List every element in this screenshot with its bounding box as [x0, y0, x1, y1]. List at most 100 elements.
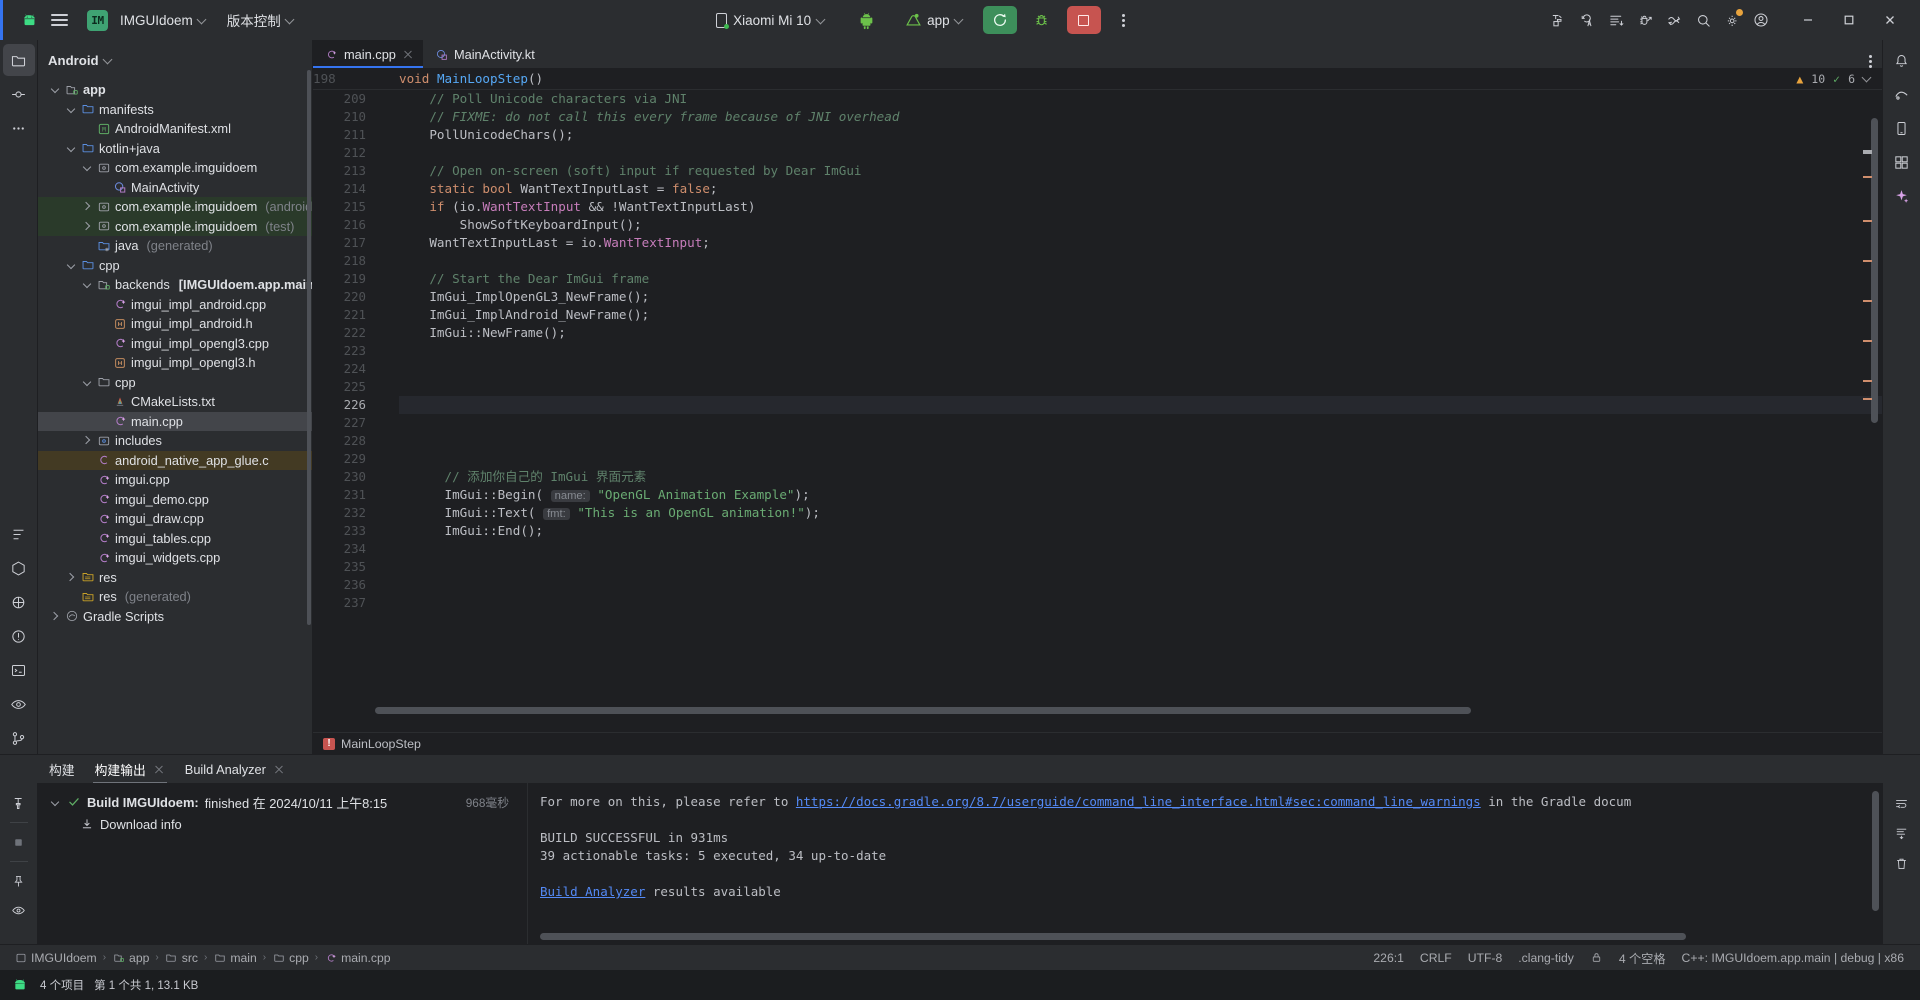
code-line[interactable]: // FIXME: do not call this every frame b…: [399, 108, 1882, 126]
project-selector[interactable]: IM IMGUIdoem: [80, 7, 214, 33]
tree-item-android-native-app-glue-c[interactable]: android_native_app_glue.c: [38, 450, 312, 470]
preview-icon[interactable]: [3, 688, 35, 720]
project-view-selector[interactable]: Android: [38, 46, 312, 74]
stop-button[interactable]: [1066, 6, 1101, 34]
code-line[interactable]: WantTextInputLast = io.WantTextInput;: [399, 234, 1882, 252]
tree-item-cpp[interactable]: cpp: [38, 373, 312, 393]
maximize-icon[interactable]: [1829, 5, 1869, 35]
run-configuration-selector[interactable]: app: [898, 7, 971, 33]
more-tools-icon[interactable]: [3, 112, 35, 144]
toolchain-info[interactable]: C++: IMGUIdoem.app.main | debug | x86: [1674, 948, 1912, 968]
code-line[interactable]: // Start the Dear ImGui frame: [399, 270, 1882, 288]
bottom-tab-1[interactable]: 构建输出: [86, 757, 174, 784]
line-separator[interactable]: CRLF: [1412, 948, 1460, 968]
chevron-down-icon[interactable]: [66, 143, 77, 154]
code-line[interactable]: ImGui_ImplOpenGL3_NewFrame();: [399, 288, 1882, 306]
code-line[interactable]: ImGui::Begin( name: "OpenGL Animation Ex…: [399, 486, 1882, 504]
console-hscroll-thumb[interactable]: [540, 933, 1686, 940]
device-manager-panel-icon[interactable]: [1886, 112, 1918, 144]
close-icon[interactable]: [1870, 5, 1910, 35]
account-icon[interactable]: [1747, 6, 1775, 34]
structure-icon[interactable]: [3, 518, 35, 550]
build-row-0[interactable]: Build IMGUIdoem: finished 在 2024/10/11 上…: [38, 791, 527, 813]
eye-icon[interactable]: [6, 897, 32, 923]
tree-item-manifests[interactable]: manifests: [38, 100, 312, 120]
editor-vertical-scrollbar[interactable]: [1871, 118, 1880, 702]
tree-item-imgui-tables-cpp[interactable]: imgui_tables.cpp: [38, 529, 312, 549]
project-tree[interactable]: app manifests M AndroidManifest.xml kotlin+j…: [38, 74, 312, 754]
chevron-right-icon[interactable]: [82, 221, 93, 232]
chevron-down-icon[interactable]: [1863, 74, 1872, 83]
tree-item-imgui-draw-cpp[interactable]: imgui_draw.cpp: [38, 509, 312, 529]
status-breadcrumb-cpp[interactable]: cpp: [268, 948, 313, 968]
code-line[interactable]: ImGui::Text( fmt: "This is an OpenGL ani…: [399, 504, 1882, 522]
tree-item-mainactivity[interactable]: MainActivity: [38, 178, 312, 198]
profiler-icon[interactable]: [1660, 6, 1688, 34]
code-line[interactable]: [399, 594, 1882, 612]
editor-tab-options[interactable]: [1869, 55, 1882, 68]
device-selector[interactable]: Xiaomi Mi 10: [708, 7, 834, 34]
code-line[interactable]: static bool WantTextInputLast = false;: [399, 180, 1882, 198]
code-line[interactable]: [399, 144, 1882, 162]
close-icon[interactable]: [153, 763, 165, 775]
build-result-tree[interactable]: Build IMGUIdoem: finished 在 2024/10/11 上…: [38, 783, 528, 944]
assistant-icon[interactable]: [1886, 180, 1918, 212]
tree-item-res[interactable]: res: [38, 568, 312, 588]
editor-tab-mainactivity-kt[interactable]: MainActivity.kt: [423, 40, 544, 68]
chevron-right-icon[interactable]: [82, 201, 93, 212]
code-line[interactable]: [399, 252, 1882, 270]
file-encoding[interactable]: UTF-8: [1460, 948, 1511, 968]
lint-config[interactable]: .clang-tidy: [1510, 948, 1582, 968]
app-inspection-icon[interactable]: [1631, 6, 1659, 34]
taskbar-app-icon[interactable]: [10, 975, 30, 995]
chevron-right-icon[interactable]: [66, 572, 77, 583]
status-breadcrumbs[interactable]: IMGUIdoem › app › src › main › cpp › main.cpp: [10, 948, 395, 968]
status-breadcrumb-app[interactable]: app: [108, 948, 153, 968]
chevron-down-icon[interactable]: [82, 162, 93, 173]
trash-icon[interactable]: [1889, 850, 1915, 876]
caret-position[interactable]: 226:1: [1365, 948, 1412, 968]
tree-item-cmakelists-txt[interactable]: CMakeLists.txt: [38, 392, 312, 412]
tree-item-androidmanifest-xml[interactable]: M AndroidManifest.xml: [38, 119, 312, 139]
soft-wrap-icon[interactable]: [1889, 790, 1915, 816]
code-line[interactable]: [399, 378, 1882, 396]
tree-item-main-cpp[interactable]: main.cpp: [38, 411, 312, 431]
tree-item-imgui-widgets-cpp[interactable]: imgui_widgets.cpp: [38, 548, 312, 568]
tree-item-includes[interactable]: includes: [38, 431, 312, 451]
hamburger-menu-icon[interactable]: [44, 5, 74, 35]
code-line[interactable]: [399, 342, 1882, 360]
terminal-icon[interactable]: [3, 654, 35, 686]
logcat-icon[interactable]: [1602, 6, 1630, 34]
chevron-down-icon[interactable]: [66, 104, 77, 115]
tree-item-app[interactable]: app: [38, 80, 312, 100]
commit-icon[interactable]: [3, 78, 35, 110]
chevron-down-icon[interactable]: [82, 279, 93, 290]
editor-scroll-thumb[interactable]: [1871, 118, 1878, 423]
status-breadcrumb-main-cpp[interactable]: main.cpp: [320, 948, 394, 968]
run-button[interactable]: [982, 6, 1017, 34]
code-line[interactable]: [399, 450, 1882, 468]
code-line[interactable]: [399, 540, 1882, 558]
lock-icon[interactable]: [1582, 948, 1611, 968]
chevron-right-icon[interactable]: [50, 611, 61, 622]
tree-item-com-example-imguidoem[interactable]: com.example.imguidoem: [38, 158, 312, 178]
console-link[interactable]: Build Analyzer: [540, 884, 645, 899]
code-line[interactable]: ShowSoftKeyboardInput();: [399, 216, 1882, 234]
bottom-tab-0[interactable]: 构建: [40, 757, 84, 781]
tree-item-imgui-cpp[interactable]: imgui.cpp: [38, 470, 312, 490]
editor-tab-main-cpp[interactable]: main.cpp: [313, 40, 423, 68]
vcs-selector[interactable]: 版本控制: [220, 7, 302, 33]
code-line[interactable]: // Open on-screen (soft) input if reques…: [399, 162, 1882, 180]
scroll-end-icon[interactable]: [1889, 820, 1915, 846]
status-breadcrumb-imguidoem[interactable]: IMGUIdoem: [10, 948, 101, 968]
inspection-widget[interactable]: ▲ 10 ✓ 6: [1796, 72, 1882, 86]
tree-item-imgui-impl-opengl3-cpp[interactable]: imgui_impl_opengl3.cpp: [38, 334, 312, 354]
tree-item-imgui-impl-android-cpp[interactable]: imgui_impl_android.cpp: [38, 295, 312, 315]
tree-item-imgui-impl-opengl3-h[interactable]: imgui_impl_opengl3.h: [38, 353, 312, 373]
tree-item-com-example-imguidoem[interactable]: com.example.imguidoem (androidTest): [38, 197, 312, 217]
tree-item-gradle-scripts[interactable]: Gradle Scripts: [38, 607, 312, 627]
code-line[interactable]: // 添加你自己的 ImGui 界面元素: [399, 468, 1882, 486]
fold-column[interactable]: [375, 90, 389, 732]
code-line[interactable]: ImGui_ImplAndroid_NewFrame();: [399, 306, 1882, 324]
code-line[interactable]: [399, 576, 1882, 594]
